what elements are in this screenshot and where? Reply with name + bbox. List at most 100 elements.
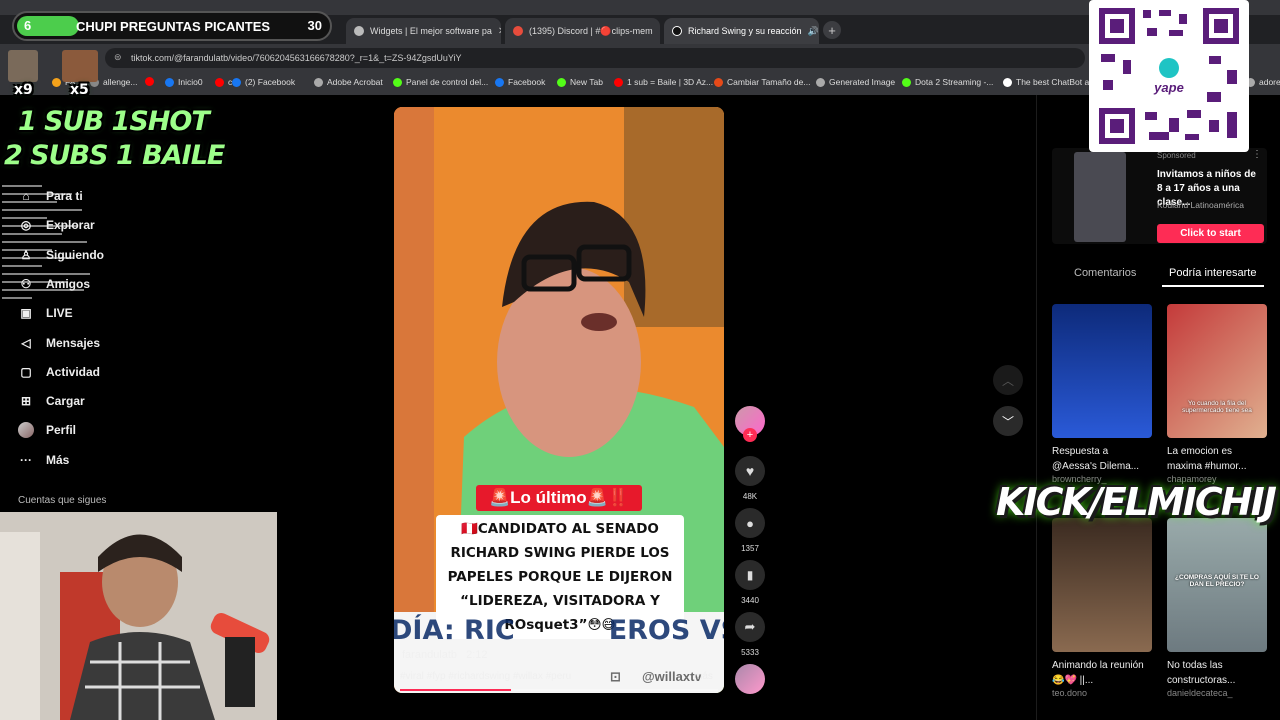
more-icon[interactable]: ⋮ [1252, 149, 1262, 160]
video-author[interactable]: danieldecateca_ [1167, 688, 1267, 698]
ad-cta-button[interactable]: Click to start [1157, 224, 1264, 243]
close-icon[interactable]: ✕ [659, 26, 660, 37]
bookmark-item[interactable]: 1 sub = Baile | 3D Az... [614, 77, 713, 87]
bookmark-favicon-icon [614, 77, 623, 87]
tab-discord[interactable]: (1395) Discord | #🔴clips-mem ✕ [505, 18, 660, 44]
bookmark-item[interactable]: New Tab [557, 77, 603, 87]
video-author[interactable]: teo.dono [1052, 688, 1152, 698]
recommended-video[interactable]: Yo cuando la fila del supermercado tiene… [1167, 304, 1267, 484]
speaker-icon[interactable]: 🔊 [808, 26, 819, 37]
bookmark-label: Generated Image [829, 77, 896, 87]
discord-icon [513, 26, 523, 36]
address-bar[interactable]: ⊜ tiktok.com/@farandulatb/video/76062045… [105, 48, 1085, 68]
sidebar-item-amigos[interactable]: ⚇ Amigos [18, 276, 90, 292]
sidebar-item-más[interactable]: ··· Más [18, 452, 69, 468]
video-thumbnail[interactable] [1052, 518, 1152, 652]
video-title[interactable]: Animando la reunión 😂💖 ||... [1052, 658, 1152, 688]
send-icon: ◁ [21, 335, 31, 350]
tab-comments[interactable]: Comentarios [1074, 267, 1136, 279]
bookmark-item[interactable]: c [215, 77, 232, 87]
share-count: 5333 [741, 648, 759, 657]
tab-tiktok-active[interactable]: Richard Swing y su reacción 🔊 ✕ [664, 18, 819, 44]
bookmark-item[interactable]: Adobe Acrobat [314, 77, 383, 87]
more-link[interactable]: más [694, 671, 713, 682]
tab-label: Widgets | El mejor software pa [370, 26, 492, 36]
ad-card[interactable]: Sponsored ⋮ Invitamos a niños de 8 a 17 … [1052, 148, 1267, 244]
music-disc-icon[interactable] [735, 664, 765, 694]
tab-favicon-icon [354, 26, 364, 36]
yape-logo-text: yape [1154, 80, 1184, 95]
ad-thumbnail[interactable] [1074, 152, 1126, 242]
bookmark-item[interactable]: adores [1246, 77, 1280, 87]
recommended-video[interactable]: Animando la reunión 😂💖 ||... teo.dono [1052, 518, 1152, 698]
bookmarks-bar: FA allenge... Inicio0 c (2) Facebook Adobe Ac… [0, 72, 1280, 93]
sidebar-item-label: Explorar [46, 218, 95, 233]
plus-icon[interactable]: + [823, 21, 841, 39]
recommended-video[interactable]: ¿COMPRAS AQUÍ SI TE LO DAN EL PRECIO? No… [1167, 518, 1267, 698]
comment-icon[interactable]: ● [735, 508, 765, 538]
bookmark-label: adores [1259, 77, 1280, 87]
video-title[interactable]: La emocion es maxima #humor... [1167, 444, 1267, 474]
inbox-icon: ▢ [20, 364, 32, 379]
tiktok-icon [672, 26, 682, 36]
like-action[interactable]: ♥ 48K [735, 456, 765, 501]
progress-track[interactable] [400, 689, 718, 691]
video-title[interactable]: No todas las constructoras... [1167, 658, 1267, 688]
close-icon[interactable]: ✕ [498, 26, 501, 37]
creator-avatar[interactable]: + [735, 406, 765, 442]
bookmark-label: Dota 2 Streaming -... [915, 77, 994, 87]
upload-icon: ⊞ [20, 394, 32, 409]
video-thumbnail[interactable]: Yo cuando la fila del supermercado tiene… [1167, 304, 1267, 438]
bookmark-item[interactable]: Panel de control del... [393, 77, 488, 87]
compass-icon: ◎ [20, 218, 32, 233]
sidebar-item-label: LIVE [46, 306, 73, 321]
tab-label: Richard Swing y su reacción [688, 26, 802, 36]
bookmark-item[interactable]: Dota 2 Streaming -... [902, 77, 993, 87]
sidebar-item-mensajes[interactable]: ◁ Mensajes [18, 335, 100, 351]
sidebar-item-explorar[interactable]: ◎ Explorar [18, 217, 95, 233]
sidebar-item-live[interactable]: ▣ LIVE [18, 305, 73, 321]
heart-icon[interactable]: ♥ [735, 456, 765, 486]
sidebar-item-actividad[interactable]: ▢ Actividad [18, 364, 100, 380]
sidebar-item-cargar[interactable]: ⊞ Cargar [18, 393, 85, 409]
save-action[interactable]: ▮ 3440 [735, 560, 765, 605]
bookmark-item[interactable]: Inicio0 [165, 77, 203, 87]
sound-disc[interactable] [735, 664, 765, 694]
bookmark-item[interactable]: The best ChatBot an... [1003, 77, 1101, 87]
follow-plus-icon[interactable]: + [743, 428, 757, 442]
bookmark-favicon-icon [1003, 77, 1012, 87]
bookmark-item[interactable] [145, 77, 158, 86]
share-action[interactable]: ➦ 5333 [735, 612, 765, 657]
sidebar-item-label: Siguiendo [46, 247, 104, 262]
bookmark-item[interactable]: (2) Facebook [232, 77, 295, 87]
tab-widgets[interactable]: Widgets | El mejor software pa ✕ [346, 18, 501, 44]
bookmark-item[interactable]: Cambiar Tamaño de... [714, 77, 810, 87]
sidebar-item-perfil[interactable]: Perfil [18, 422, 76, 439]
comment-action[interactable]: ● 1357 [735, 508, 765, 553]
bookmark-label: Facebook [508, 77, 546, 87]
video-time: 2:12 [466, 649, 488, 661]
avatar [8, 50, 38, 82]
video-thumbnail[interactable]: ¿COMPRAS AQUÍ SI TE LO DAN EL PRECIO? [1167, 518, 1267, 652]
watermark: @willaxtv [642, 669, 702, 684]
recommended-video[interactable]: Respuesta a @Aessa's Dilema... browncher… [1052, 304, 1152, 484]
site-info-icon[interactable]: ⊜ [114, 52, 122, 63]
video-caption[interactable]: #viral #fyp #richardswing #willax #peru [400, 671, 571, 682]
bookmark-favicon-icon [557, 77, 566, 87]
video-thumbnail[interactable] [1052, 304, 1152, 438]
bookmark-item[interactable]: Facebook [495, 77, 545, 87]
video-title[interactable]: Respuesta a @Aessa's Dilema... [1052, 444, 1152, 474]
bookmark-favicon-icon [495, 77, 504, 87]
chevron-up-icon[interactable]: ︿ [993, 365, 1023, 395]
video-author[interactable]: farandulatb [402, 649, 457, 661]
sidebar-item-para-ti[interactable]: ⌂ Para ti [18, 188, 82, 204]
tab-recommended[interactable]: Podría interesarte [1169, 267, 1256, 279]
bookmark-icon[interactable]: ▮ [735, 560, 765, 590]
video-author-line[interactable]: farandulatb 2:12 [402, 649, 488, 661]
bookmark-item[interactable]: Generated Image [816, 77, 895, 87]
sidebar-item-siguiendo[interactable]: ♙ Siguiendo [18, 247, 104, 263]
bookmark-label: New Tab [570, 77, 603, 87]
chevron-down-icon[interactable]: ﹀ [993, 406, 1023, 436]
share-icon[interactable]: ➦ [735, 612, 765, 642]
video-player[interactable]: 🚨Lo último🚨‼️ 🇵🇪CANDIDATO AL SENADO RICH… [394, 107, 724, 693]
